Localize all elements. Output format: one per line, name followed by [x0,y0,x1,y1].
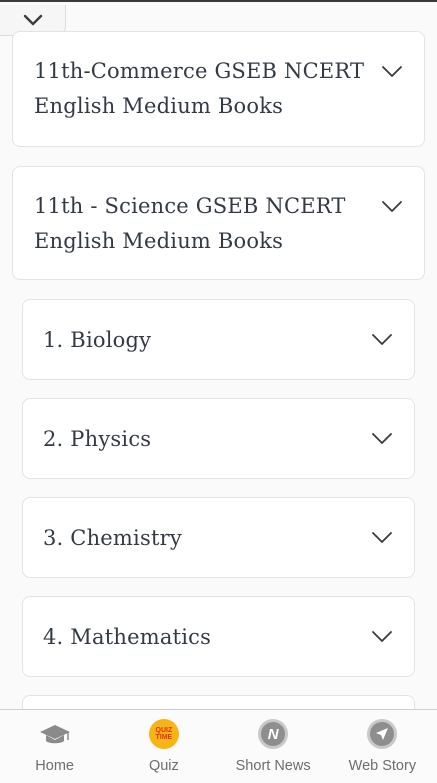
nav-label-short-news: Short News [235,758,311,774]
quiz-badge-line2: TIME [155,734,173,741]
subject-item-chemistry[interactable]: 3. Chemistry [22,497,415,578]
subject-item-physics[interactable]: 2. Physics [22,398,415,479]
news-n-icon: N [257,718,289,750]
accordion-title: 11th-Commerce GSEB NCERT English Medium … [34,54,364,124]
subject-label: 4. Mathematics [43,625,212,649]
accordion-science[interactable]: 11th - Science GSEB NCERT English Medium… [12,166,425,280]
subject-item-mathematics[interactable]: 4. Mathematics [22,596,415,677]
chevron-down-icon[interactable] [371,531,393,545]
nav-item-quiz[interactable]: QUIZ TIME Quiz [109,710,218,783]
chevron-down-icon[interactable] [381,65,403,79]
paper-plane-icon [366,718,398,750]
chevron-down-icon [23,14,42,26]
subject-item-biology[interactable]: 1. Biology [22,299,415,380]
nav-label-web-story: Web Story [348,758,417,774]
accordion-commerce[interactable]: 11th-Commerce GSEB NCERT English Medium … [12,31,425,147]
chevron-down-icon[interactable] [381,200,403,214]
chevron-down-icon[interactable] [371,432,393,446]
nav-label-home: Home [35,758,74,774]
accordion-title-line2: English Medium Books [34,229,284,253]
chevron-down-icon[interactable] [371,333,393,347]
chevron-down-icon[interactable] [371,630,393,644]
subject-label: 2. Physics [43,427,152,451]
nav-label-quiz: Quiz [148,758,179,774]
accordion-title-line1: 11th-Commerce GSEB NCERT [34,59,365,83]
nav-item-web-story[interactable]: Web Story [328,710,437,783]
nav-item-short-news[interactable]: N Short News [219,710,328,783]
nav-item-home[interactable]: Home [0,710,109,783]
accordion-title-line2: English Medium Books [34,94,284,118]
quiz-time-icon: QUIZ TIME [148,718,180,750]
quiz-badge-line1: QUIZ [155,727,173,734]
news-n-glyph: N [267,725,279,743]
accordion-title: 11th - Science GSEB NCERT English Medium… [34,189,346,259]
subject-label: 3. Chemistry [43,526,182,550]
top-divider [0,0,437,2]
accordion-title-line1: 11th - Science GSEB NCERT [34,194,346,218]
graduation-cap-icon [39,718,71,750]
subject-label: 1. Biology [43,328,152,352]
bottom-nav: Home QUIZ TIME Quiz N Short News Web Sto… [0,709,437,783]
